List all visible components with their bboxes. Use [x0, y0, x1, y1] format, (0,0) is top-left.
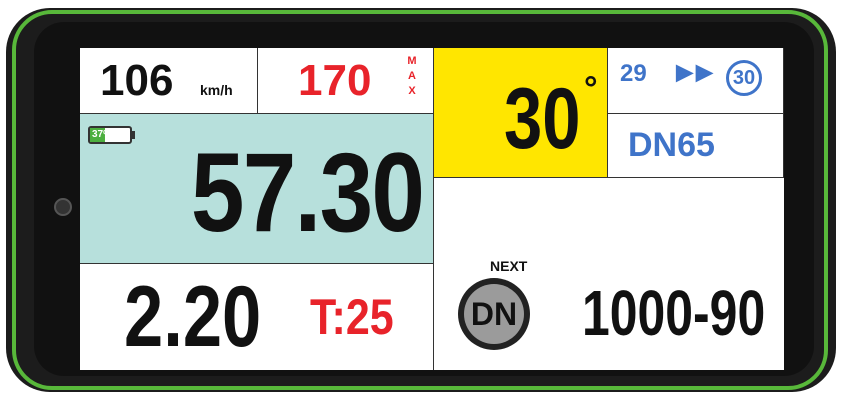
battery-percent: 37%: [92, 129, 113, 140]
next-label: NEXT: [490, 258, 528, 274]
next-cell: NEXT DN 1000-90: [434, 258, 784, 370]
next-value: 1000-90: [582, 277, 766, 349]
battery-icon: 37%: [88, 126, 135, 144]
speed-unit: km/h: [200, 82, 233, 98]
empty-panel: [434, 178, 784, 264]
degree-symbol: °: [584, 70, 598, 108]
dn-badge-text: DN: [470, 296, 518, 332]
dashboard-screen: 106 km/h 170 MAX 37% 57.30 30 ° 29 ►► 30…: [80, 48, 784, 370]
partial-cell: 2.20 T:25: [80, 264, 434, 370]
speed-limit-cell: 29 ►► 30: [608, 48, 784, 114]
distance-cell: 37% 57.30: [80, 114, 434, 264]
speed-value: 106: [100, 56, 174, 105]
max-label: MAX: [407, 55, 417, 97]
section-cell: DN65: [608, 114, 784, 178]
timer-value: T:25: [310, 289, 394, 345]
max-speed-cell: 170 MAX: [258, 48, 434, 114]
speed-limit-from: 29: [620, 60, 647, 87]
camera-icon: [54, 198, 72, 216]
angle-value: 30: [504, 71, 581, 167]
dn-badge-icon: DN: [458, 278, 530, 350]
speed-limit-to: 30: [726, 60, 762, 96]
angle-cell: 30 °: [434, 48, 608, 178]
section-code: DN65: [628, 126, 715, 164]
partial-value: 2.20: [124, 269, 262, 365]
double-arrow-icon: ►►: [670, 56, 719, 89]
max-speed-value: 170: [298, 56, 372, 105]
speed-cell: 106 km/h: [80, 48, 258, 114]
distance-value: 57.30: [190, 130, 425, 255]
